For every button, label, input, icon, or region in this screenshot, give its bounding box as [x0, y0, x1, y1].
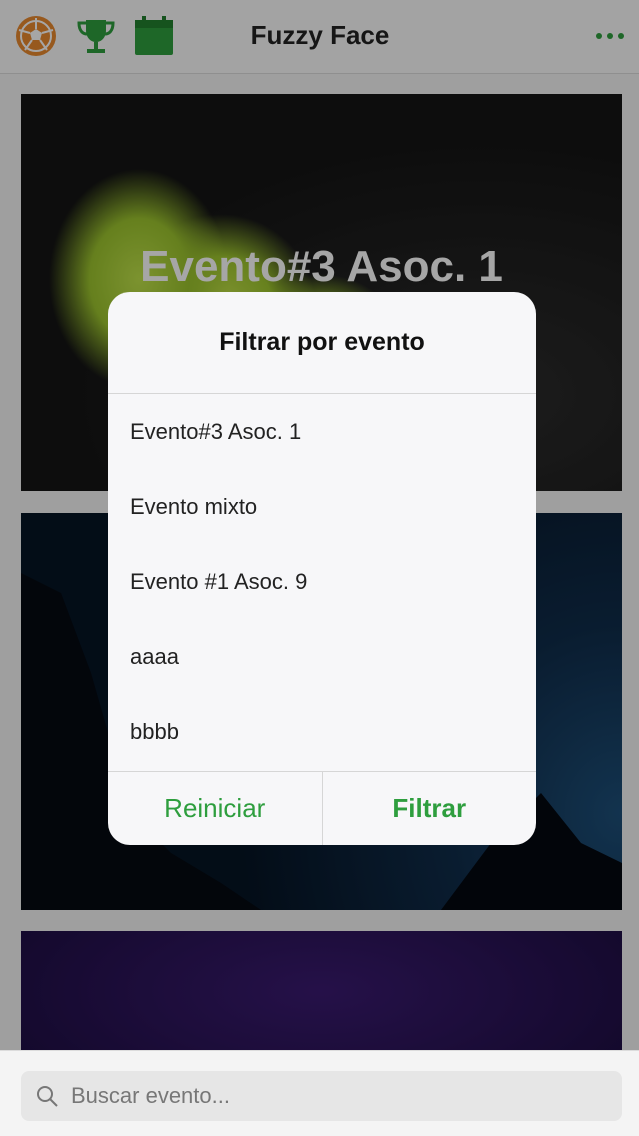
dialog-title: Filtrar por evento: [108, 292, 536, 394]
search-icon: [37, 1086, 58, 1107]
reset-button[interactable]: Reiniciar: [108, 772, 322, 845]
filter-button[interactable]: Filtrar: [321, 772, 537, 845]
event-option[interactable]: Evento #1 Asoc. 9: [108, 544, 536, 619]
dialog-footer: Reiniciar Filtrar: [108, 771, 536, 845]
event-option[interactable]: Evento mixto: [108, 469, 536, 544]
search-placeholder: Buscar evento...: [71, 1083, 230, 1108]
search-bar: Buscar evento...: [0, 1050, 639, 1136]
event-option[interactable]: Evento#3 Asoc. 1: [108, 394, 536, 469]
event-option[interactable]: bbbb: [108, 694, 536, 769]
event-option[interactable]: aaaa: [108, 619, 536, 694]
search-input[interactable]: Buscar evento...: [21, 1071, 622, 1121]
filter-dialog: Filtrar por evento Evento#3 Asoc. 1 Even…: [108, 292, 536, 845]
